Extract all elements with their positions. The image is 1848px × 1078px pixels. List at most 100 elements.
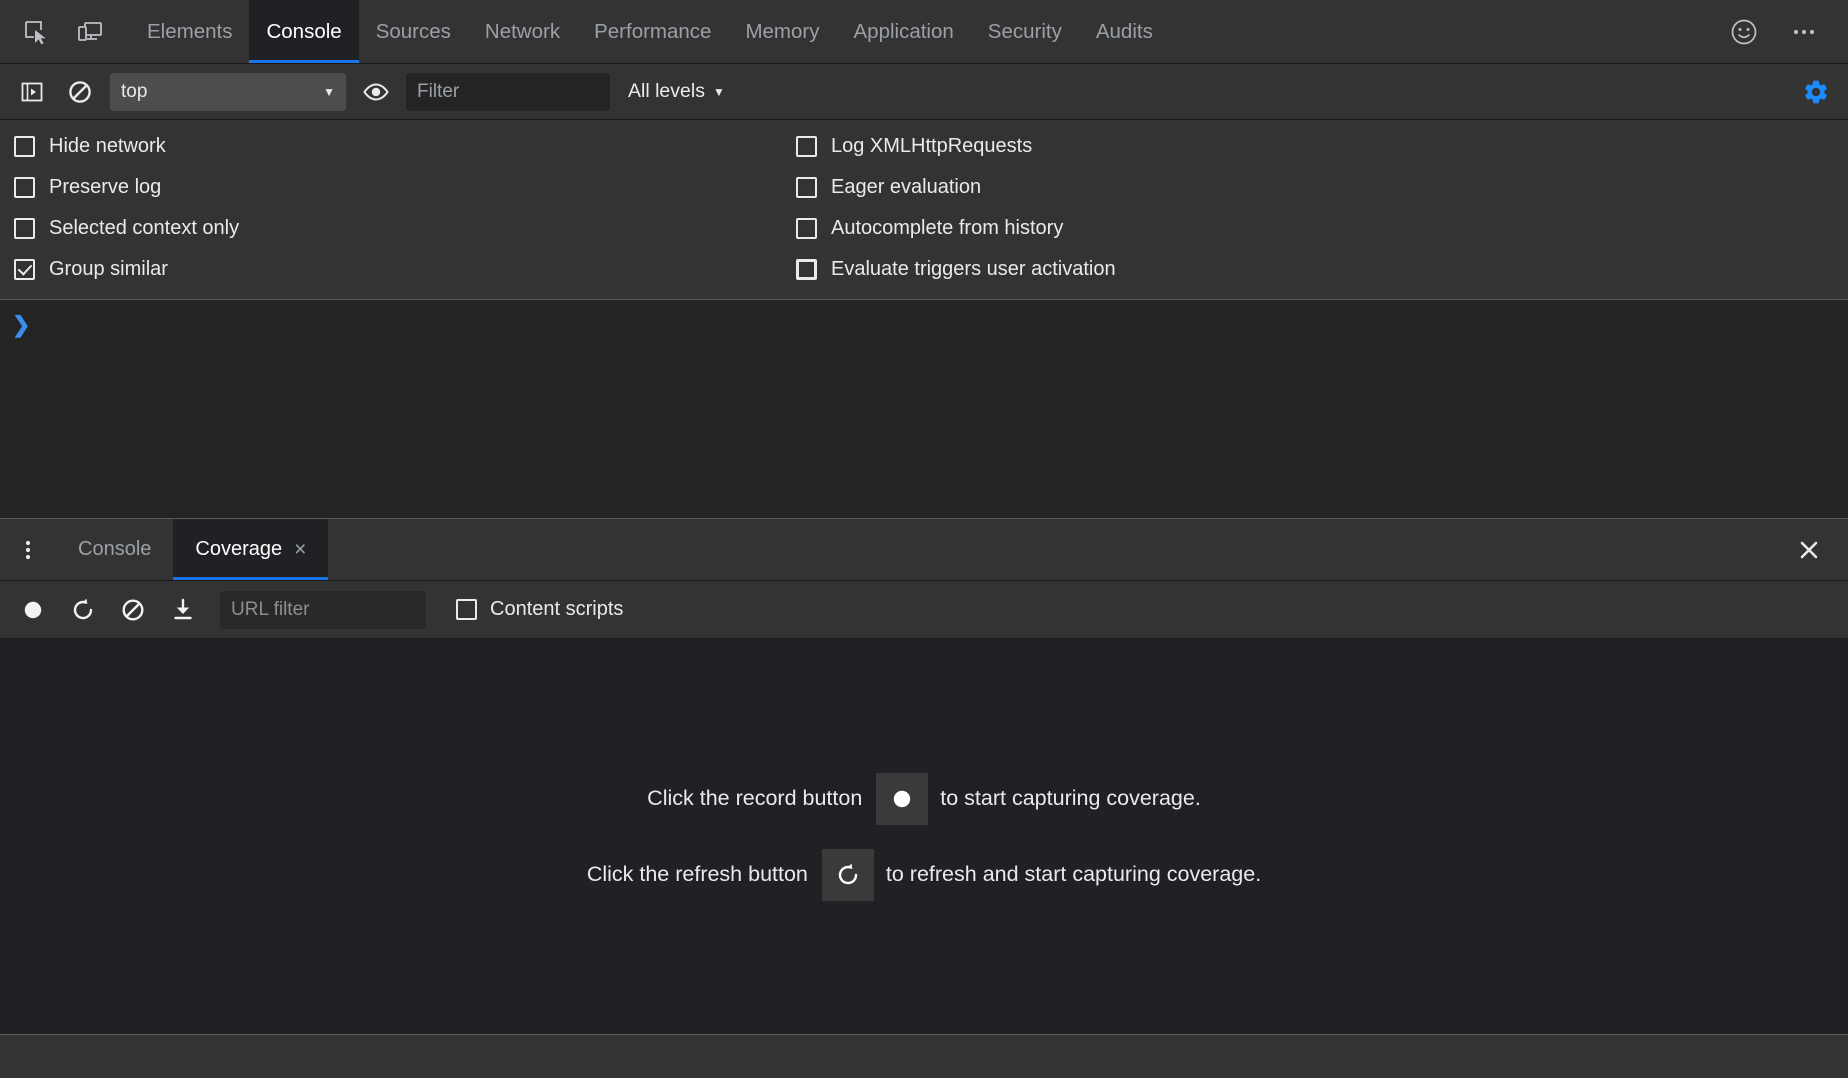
checkbox-icon[interactable] xyxy=(14,136,35,157)
drawer-more-options-icon xyxy=(16,536,40,564)
devtools-drawer: Console Coverage × xyxy=(0,518,1848,1034)
hint-text-after: to refresh and start capturing coverage. xyxy=(874,862,1261,887)
checkbox-icon[interactable] xyxy=(456,599,477,620)
toolbar-left-icons xyxy=(0,0,112,63)
status-bar xyxy=(0,1034,1848,1078)
device-toolbar-icon xyxy=(76,19,104,45)
record-button-glyph[interactable] xyxy=(876,773,928,825)
checkbox-icon[interactable] xyxy=(14,177,35,198)
console-output-area[interactable]: ❯ xyxy=(0,300,1848,518)
create-live-expression-button[interactable] xyxy=(358,74,394,110)
setting-eager-evaluation[interactable]: Eager evaluation xyxy=(796,167,1116,208)
tab-sources[interactable]: Sources xyxy=(359,0,468,63)
settings-gear-icon xyxy=(1802,78,1830,106)
setting-selected-context-only[interactable]: Selected context only xyxy=(14,208,786,249)
drawer-tab-coverage[interactable]: Coverage × xyxy=(173,519,328,580)
tab-label: Security xyxy=(988,20,1062,44)
device-toolbar-toggle-button[interactable] xyxy=(68,10,112,54)
reload-and-record-icon xyxy=(70,597,96,623)
setting-label: Hide network xyxy=(49,135,166,158)
clear-console-icon xyxy=(67,79,93,105)
console-settings-button[interactable] xyxy=(1798,74,1834,110)
setting-hide-network[interactable]: Hide network xyxy=(14,126,786,167)
checkbox-icon[interactable] xyxy=(796,136,817,157)
reload-and-record-icon xyxy=(835,862,861,888)
execution-context-selector[interactable]: top ▼ xyxy=(110,73,346,111)
tab-audits[interactable]: Audits xyxy=(1079,0,1170,63)
tab-application[interactable]: Application xyxy=(837,0,971,63)
settings-column-left: Hide network Preserve log Selected conte… xyxy=(0,126,786,299)
coverage-record-button[interactable] xyxy=(16,593,50,627)
smiley-face-icon xyxy=(1729,17,1759,47)
close-drawer-button[interactable] xyxy=(1796,519,1848,580)
setting-label: Eager evaluation xyxy=(831,176,981,199)
setting-content-scripts[interactable]: Content scripts xyxy=(456,598,623,621)
coverage-hint-record: Click the record button to start capturi… xyxy=(647,773,1201,825)
coverage-url-filter-placeholder: URL filter xyxy=(231,599,309,621)
record-button-icon xyxy=(20,597,46,623)
tab-label: Memory xyxy=(745,20,819,44)
main-tabs: Elements Console Sources Network Perform… xyxy=(130,0,1170,63)
console-sidebar-toggle-button[interactable] xyxy=(14,74,50,110)
tab-label: Network xyxy=(485,20,560,44)
console-settings-pane: Hide network Preserve log Selected conte… xyxy=(0,120,1848,300)
feedback-button[interactable] xyxy=(1722,10,1766,54)
setting-log-xmlhttprequests[interactable]: Log XMLHttpRequests xyxy=(796,126,1116,167)
more-options-button[interactable] xyxy=(1782,10,1826,54)
reload-button-glyph[interactable] xyxy=(822,849,874,901)
log-level-label: All levels xyxy=(628,80,705,103)
coverage-clear-button[interactable] xyxy=(116,593,150,627)
setting-label: Evaluate triggers user activation xyxy=(831,258,1116,281)
checkbox-icon[interactable] xyxy=(796,177,817,198)
console-filter-placeholder: Filter xyxy=(417,81,459,103)
tab-security[interactable]: Security xyxy=(971,0,1079,63)
log-level-selector[interactable]: All levels ▼ xyxy=(622,80,731,103)
tab-label: Sources xyxy=(376,20,451,44)
live-expression-eye-icon xyxy=(362,81,390,103)
setting-group-similar[interactable]: Group similar xyxy=(14,249,786,290)
drawer-tabbar: Console Coverage × xyxy=(0,519,1848,581)
close-tab-icon[interactable]: × xyxy=(294,539,306,560)
execution-context-value: top xyxy=(121,81,147,103)
devtools-main-tabbar: Elements Console Sources Network Perform… xyxy=(0,0,1848,64)
coverage-export-button[interactable] xyxy=(166,593,200,627)
tab-performance[interactable]: Performance xyxy=(577,0,728,63)
setting-label: Group similar xyxy=(49,258,168,281)
tab-console[interactable]: Console xyxy=(249,0,358,63)
drawer-tab-console[interactable]: Console xyxy=(56,519,173,580)
drawer-tab-label: Coverage xyxy=(195,538,282,561)
setting-autocomplete-from-history[interactable]: Autocomplete from history xyxy=(796,208,1116,249)
checkbox-icon[interactable] xyxy=(14,218,35,239)
tab-label: Elements xyxy=(147,20,232,44)
tab-elements[interactable]: Elements xyxy=(130,0,249,63)
record-button-icon xyxy=(889,786,915,812)
drawer-more-options-button[interactable] xyxy=(0,519,56,580)
coverage-toolbar: URL filter Content scripts xyxy=(0,581,1848,639)
chevron-down-icon: ▼ xyxy=(713,85,725,99)
more-options-icon xyxy=(1790,18,1818,46)
checkbox-checked-icon[interactable] xyxy=(14,259,35,280)
setting-label: Content scripts xyxy=(490,598,623,621)
setting-evaluate-triggers-user-activation[interactable]: Evaluate triggers user activation xyxy=(796,249,1116,290)
export-coverage-icon xyxy=(170,597,196,623)
tab-network[interactable]: Network xyxy=(468,0,577,63)
show-console-sidebar-icon xyxy=(20,80,44,104)
checkbox-icon[interactable] xyxy=(796,259,817,280)
coverage-empty-state: Click the record button to start capturi… xyxy=(0,639,1848,1034)
coverage-url-filter-input[interactable]: URL filter xyxy=(220,591,426,629)
prompt-chevron-icon: ❯ xyxy=(12,314,30,336)
tab-memory[interactable]: Memory xyxy=(728,0,836,63)
clear-console-button[interactable] xyxy=(62,74,98,110)
drawer-tabs: Console Coverage × xyxy=(56,519,328,580)
clear-coverage-icon xyxy=(120,597,146,623)
setting-label: Selected context only xyxy=(49,217,239,240)
checkbox-icon[interactable] xyxy=(796,218,817,239)
inspect-element-button[interactable] xyxy=(14,10,58,54)
setting-preserve-log[interactable]: Preserve log xyxy=(14,167,786,208)
hint-text-before: Click the record button xyxy=(647,786,876,811)
console-prompt-row[interactable]: ❯ xyxy=(0,300,1848,336)
chevron-down-icon: ▼ xyxy=(323,85,335,99)
coverage-reload-button[interactable] xyxy=(66,593,100,627)
console-filter-input[interactable]: Filter xyxy=(406,73,610,111)
setting-label: Log XMLHttpRequests xyxy=(831,135,1032,158)
